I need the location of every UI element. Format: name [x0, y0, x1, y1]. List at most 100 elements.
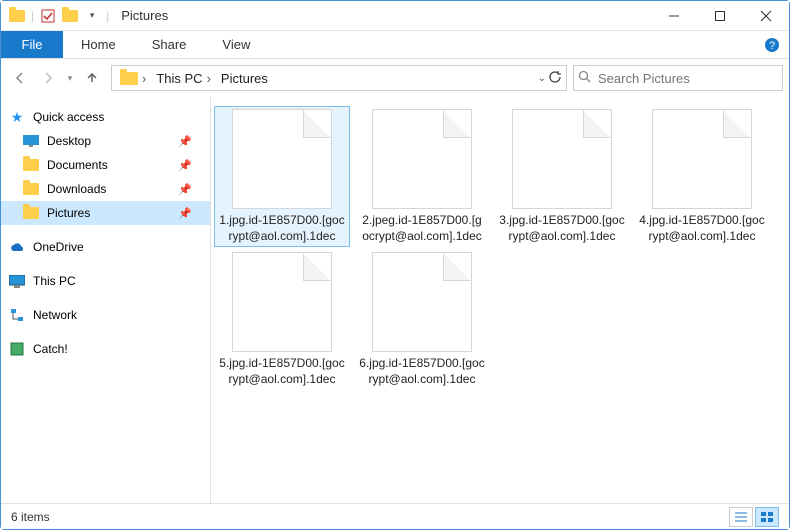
address-bar-actions: ⌄	[538, 70, 562, 87]
page-fold-icon	[443, 110, 471, 138]
back-button[interactable]	[7, 65, 33, 91]
file-thumbnail	[232, 252, 332, 352]
forward-button[interactable]	[35, 65, 61, 91]
refresh-button[interactable]	[548, 70, 562, 87]
sidebar-item-onedrive[interactable]: OneDrive	[1, 235, 210, 259]
quick-access-toolbar: | ▾ |	[1, 8, 109, 24]
page-fold-icon	[723, 110, 751, 138]
pin-icon: 📌	[178, 207, 192, 220]
status-item-count: 6 items	[11, 510, 50, 524]
tab-share[interactable]: Share	[134, 31, 205, 58]
sidebar-item-label: Network	[33, 308, 77, 322]
page-fold-icon	[583, 110, 611, 138]
qat-dropdown-icon[interactable]: ▾	[84, 8, 100, 24]
sidebar-item-label: Desktop	[47, 134, 91, 148]
desktop-icon	[23, 133, 39, 149]
status-bar: 6 items	[1, 503, 789, 529]
page-fold-icon	[443, 253, 471, 281]
file-thumbnail	[372, 252, 472, 352]
sidebar-item-label: Quick access	[33, 110, 104, 124]
breadcrumb-label: Pictures	[221, 71, 268, 86]
navigation-pane: ★ Quick access Desktop 📌 Documents 📌 Dow…	[1, 97, 211, 503]
sidebar-item-pictures[interactable]: Pictures 📌	[1, 201, 210, 225]
view-large-icons-button[interactable]	[755, 507, 779, 527]
pictures-icon	[23, 205, 39, 221]
this-pc-icon	[9, 273, 25, 289]
qat-separator: |	[31, 9, 34, 23]
folder-app-icon	[9, 8, 25, 24]
pin-icon: 📌	[178, 159, 192, 172]
downloads-icon	[23, 181, 39, 197]
search-input[interactable]	[598, 71, 778, 86]
file-item[interactable]: 4.jpg.id-1E857D00.[gocrypt@aol.com].1dec	[635, 107, 769, 246]
tab-home[interactable]: Home	[63, 31, 134, 58]
file-tab[interactable]: File	[1, 31, 63, 58]
breadcrumb-root-icon[interactable]: ›	[116, 71, 150, 86]
file-item[interactable]: 6.jpg.id-1E857D00.[gocrypt@aol.com].1dec	[355, 250, 489, 389]
recent-dropdown-icon[interactable]: ▾	[63, 65, 77, 91]
up-button[interactable]	[79, 65, 105, 91]
file-item[interactable]: 2.jpeg.id-1E857D00.[gocrypt@aol.com].1de…	[355, 107, 489, 246]
file-thumbnail	[512, 109, 612, 209]
tab-view[interactable]: View	[204, 31, 268, 58]
file-name-label: 4.jpg.id-1E857D00.[gocrypt@aol.com].1dec	[637, 213, 767, 244]
file-name-label: 6.jpg.id-1E857D00.[gocrypt@aol.com].1dec	[357, 356, 487, 387]
window-controls	[651, 1, 789, 31]
help-button[interactable]: ?	[755, 31, 789, 58]
sidebar-item-label: This PC	[33, 274, 76, 288]
sidebar-item-label: Documents	[47, 158, 108, 172]
sidebar-item-label: OneDrive	[33, 240, 84, 254]
title-bar: | ▾ | Pictures	[1, 1, 789, 31]
view-switcher	[729, 507, 779, 527]
chevron-right-icon: ›	[207, 71, 211, 86]
sidebar-item-desktop[interactable]: Desktop 📌	[1, 129, 210, 153]
documents-icon	[23, 157, 39, 173]
sidebar-item-catch[interactable]: Catch!	[1, 337, 210, 361]
sidebar-item-downloads[interactable]: Downloads 📌	[1, 177, 210, 201]
file-item[interactable]: 3.jpg.id-1E857D00.[gocrypt@aol.com].1dec	[495, 107, 629, 246]
file-pane[interactable]: 1.jpg.id-1E857D00.[gocrypt@aol.com].1dec…	[211, 97, 789, 503]
address-dropdown-icon[interactable]: ⌄	[538, 73, 546, 84]
properties-icon[interactable]	[40, 8, 56, 24]
sidebar-item-this-pc[interactable]: This PC	[1, 269, 210, 293]
breadcrumb-this-pc[interactable]: This PC ›	[152, 71, 215, 86]
file-name-label: 3.jpg.id-1E857D00.[gocrypt@aol.com].1dec	[497, 213, 627, 244]
file-name-label: 1.jpg.id-1E857D00.[gocrypt@aol.com].1dec	[217, 213, 347, 244]
close-button[interactable]	[743, 1, 789, 31]
network-icon	[9, 307, 25, 323]
view-details-button[interactable]	[729, 507, 753, 527]
file-name-label: 5.jpg.id-1E857D00.[gocrypt@aol.com].1dec	[217, 356, 347, 387]
file-thumbnail	[652, 109, 752, 209]
catch-icon	[9, 341, 25, 357]
sidebar-quick-access[interactable]: ★ Quick access	[1, 105, 210, 129]
window-title: Pictures	[121, 8, 168, 23]
maximize-button[interactable]	[697, 1, 743, 31]
body: ★ Quick access Desktop 📌 Documents 📌 Dow…	[1, 97, 789, 503]
pin-icon: 📌	[178, 183, 192, 196]
onedrive-icon	[9, 239, 25, 255]
search-icon	[578, 70, 592, 87]
sidebar-item-documents[interactable]: Documents 📌	[1, 153, 210, 177]
file-grid: 1.jpg.id-1E857D00.[gocrypt@aol.com].1dec…	[215, 107, 785, 389]
breadcrumb-pictures[interactable]: Pictures	[217, 71, 272, 86]
ribbon: File Home Share View ?	[1, 31, 789, 59]
page-fold-icon	[303, 253, 331, 281]
sidebar-item-label: Downloads	[47, 182, 106, 196]
quick-access-icon: ★	[9, 109, 25, 125]
navigation-bar: ▾ › This PC › Pictures ⌄	[1, 59, 789, 97]
sidebar-item-network[interactable]: Network	[1, 303, 210, 327]
qat-separator-2: |	[106, 9, 109, 23]
address-bar[interactable]: › This PC › Pictures ⌄	[111, 65, 567, 91]
file-thumbnail	[232, 109, 332, 209]
page-fold-icon	[303, 110, 331, 138]
search-box[interactable]	[573, 65, 783, 91]
breadcrumb-label: This PC	[156, 71, 202, 86]
file-thumbnail	[372, 109, 472, 209]
file-name-label: 2.jpeg.id-1E857D00.[gocrypt@aol.com].1de…	[357, 213, 487, 244]
file-item[interactable]: 1.jpg.id-1E857D00.[gocrypt@aol.com].1dec	[215, 107, 349, 246]
minimize-button[interactable]	[651, 1, 697, 31]
sidebar-item-label: Pictures	[47, 206, 90, 220]
new-folder-icon[interactable]	[62, 8, 78, 24]
file-item[interactable]: 5.jpg.id-1E857D00.[gocrypt@aol.com].1dec	[215, 250, 349, 389]
chevron-right-icon: ›	[142, 71, 146, 86]
